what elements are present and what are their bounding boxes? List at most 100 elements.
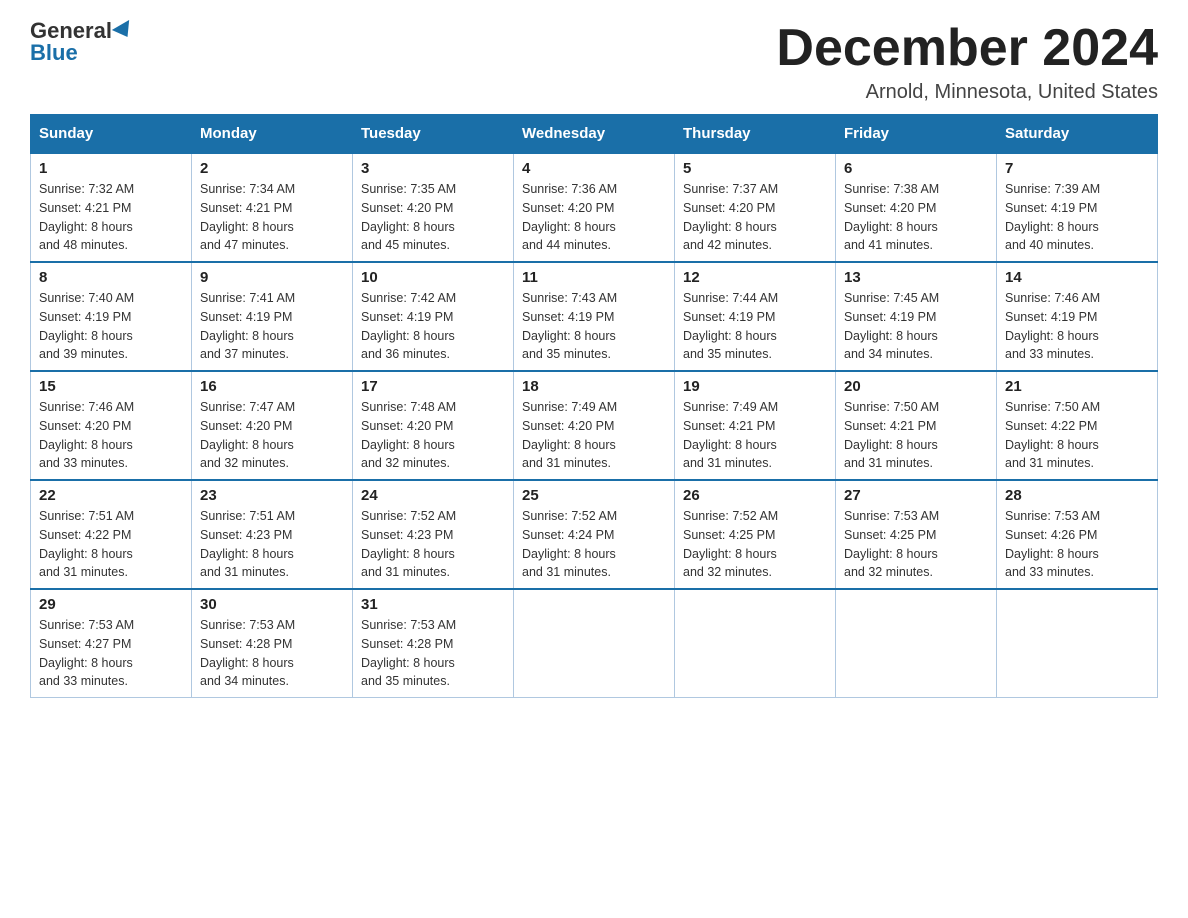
day-number: 20 xyxy=(844,378,988,395)
title-section: December 2024 Arnold, Minnesota, United … xyxy=(776,20,1158,104)
calendar-day-cell: 15 Sunrise: 7:46 AM Sunset: 4:20 PM Dayl… xyxy=(31,371,192,480)
day-info: Sunrise: 7:32 AM Sunset: 4:21 PM Dayligh… xyxy=(39,180,183,255)
day-info: Sunrise: 7:44 AM Sunset: 4:19 PM Dayligh… xyxy=(683,289,827,364)
day-number: 28 xyxy=(1005,487,1149,504)
day-number: 5 xyxy=(683,160,827,177)
calendar-week-row: 8 Sunrise: 7:40 AM Sunset: 4:19 PM Dayli… xyxy=(31,262,1158,371)
day-of-week-header: Sunday xyxy=(31,115,192,154)
day-number: 10 xyxy=(361,269,505,286)
calendar-day-cell: 13 Sunrise: 7:45 AM Sunset: 4:19 PM Dayl… xyxy=(836,262,997,371)
calendar-day-cell: 10 Sunrise: 7:42 AM Sunset: 4:19 PM Dayl… xyxy=(353,262,514,371)
day-info: Sunrise: 7:42 AM Sunset: 4:19 PM Dayligh… xyxy=(361,289,505,364)
calendar-day-cell: 8 Sunrise: 7:40 AM Sunset: 4:19 PM Dayli… xyxy=(31,262,192,371)
calendar-day-cell: 6 Sunrise: 7:38 AM Sunset: 4:20 PM Dayli… xyxy=(836,153,997,262)
calendar-day-cell: 3 Sunrise: 7:35 AM Sunset: 4:20 PM Dayli… xyxy=(353,153,514,262)
day-of-week-header: Wednesday xyxy=(514,115,675,154)
day-info: Sunrise: 7:43 AM Sunset: 4:19 PM Dayligh… xyxy=(522,289,666,364)
day-info: Sunrise: 7:46 AM Sunset: 4:20 PM Dayligh… xyxy=(39,398,183,473)
day-info: Sunrise: 7:49 AM Sunset: 4:20 PM Dayligh… xyxy=(522,398,666,473)
day-number: 31 xyxy=(361,596,505,613)
day-info: Sunrise: 7:49 AM Sunset: 4:21 PM Dayligh… xyxy=(683,398,827,473)
calendar-week-row: 1 Sunrise: 7:32 AM Sunset: 4:21 PM Dayli… xyxy=(31,153,1158,262)
calendar-day-cell: 5 Sunrise: 7:37 AM Sunset: 4:20 PM Dayli… xyxy=(675,153,836,262)
calendar-day-cell: 17 Sunrise: 7:48 AM Sunset: 4:20 PM Dayl… xyxy=(353,371,514,480)
calendar-day-cell: 2 Sunrise: 7:34 AM Sunset: 4:21 PM Dayli… xyxy=(192,153,353,262)
month-title: December 2024 xyxy=(776,20,1158,77)
day-number: 12 xyxy=(683,269,827,286)
calendar-week-row: 22 Sunrise: 7:51 AM Sunset: 4:22 PM Dayl… xyxy=(31,480,1158,589)
calendar-table: SundayMondayTuesdayWednesdayThursdayFrid… xyxy=(30,114,1158,698)
day-number: 14 xyxy=(1005,269,1149,286)
day-number: 1 xyxy=(39,160,183,177)
day-number: 16 xyxy=(200,378,344,395)
day-of-week-header: Tuesday xyxy=(353,115,514,154)
calendar-day-cell: 26 Sunrise: 7:52 AM Sunset: 4:25 PM Dayl… xyxy=(675,480,836,589)
calendar-week-row: 29 Sunrise: 7:53 AM Sunset: 4:27 PM Dayl… xyxy=(31,589,1158,698)
day-number: 13 xyxy=(844,269,988,286)
day-of-week-header: Monday xyxy=(192,115,353,154)
calendar-day-cell: 23 Sunrise: 7:51 AM Sunset: 4:23 PM Dayl… xyxy=(192,480,353,589)
day-info: Sunrise: 7:41 AM Sunset: 4:19 PM Dayligh… xyxy=(200,289,344,364)
calendar-day-cell: 29 Sunrise: 7:53 AM Sunset: 4:27 PM Dayl… xyxy=(31,589,192,698)
day-info: Sunrise: 7:34 AM Sunset: 4:21 PM Dayligh… xyxy=(200,180,344,255)
calendar-day-cell: 14 Sunrise: 7:46 AM Sunset: 4:19 PM Dayl… xyxy=(997,262,1158,371)
day-info: Sunrise: 7:36 AM Sunset: 4:20 PM Dayligh… xyxy=(522,180,666,255)
logo-blue-text: Blue xyxy=(30,42,78,64)
day-info: Sunrise: 7:37 AM Sunset: 4:20 PM Dayligh… xyxy=(683,180,827,255)
day-number: 8 xyxy=(39,269,183,286)
calendar-day-cell xyxy=(675,589,836,698)
calendar-day-cell: 28 Sunrise: 7:53 AM Sunset: 4:26 PM Dayl… xyxy=(997,480,1158,589)
day-of-week-header: Thursday xyxy=(675,115,836,154)
day-of-week-header: Friday xyxy=(836,115,997,154)
calendar-day-cell xyxy=(514,589,675,698)
calendar-day-cell: 24 Sunrise: 7:52 AM Sunset: 4:23 PM Dayl… xyxy=(353,480,514,589)
day-number: 9 xyxy=(200,269,344,286)
calendar-day-cell: 22 Sunrise: 7:51 AM Sunset: 4:22 PM Dayl… xyxy=(31,480,192,589)
day-number: 2 xyxy=(200,160,344,177)
calendar-header-row: SundayMondayTuesdayWednesdayThursdayFrid… xyxy=(31,115,1158,154)
day-info: Sunrise: 7:53 AM Sunset: 4:27 PM Dayligh… xyxy=(39,616,183,691)
day-info: Sunrise: 7:53 AM Sunset: 4:25 PM Dayligh… xyxy=(844,507,988,582)
day-of-week-header: Saturday xyxy=(997,115,1158,154)
logo: General Blue xyxy=(30,20,134,64)
day-number: 26 xyxy=(683,487,827,504)
calendar-day-cell: 11 Sunrise: 7:43 AM Sunset: 4:19 PM Dayl… xyxy=(514,262,675,371)
calendar-day-cell: 30 Sunrise: 7:53 AM Sunset: 4:28 PM Dayl… xyxy=(192,589,353,698)
calendar-day-cell: 25 Sunrise: 7:52 AM Sunset: 4:24 PM Dayl… xyxy=(514,480,675,589)
calendar-day-cell: 1 Sunrise: 7:32 AM Sunset: 4:21 PM Dayli… xyxy=(31,153,192,262)
day-info: Sunrise: 7:52 AM Sunset: 4:24 PM Dayligh… xyxy=(522,507,666,582)
day-number: 27 xyxy=(844,487,988,504)
day-number: 30 xyxy=(200,596,344,613)
day-number: 6 xyxy=(844,160,988,177)
calendar-day-cell: 7 Sunrise: 7:39 AM Sunset: 4:19 PM Dayli… xyxy=(997,153,1158,262)
calendar-day-cell: 16 Sunrise: 7:47 AM Sunset: 4:20 PM Dayl… xyxy=(192,371,353,480)
day-number: 3 xyxy=(361,160,505,177)
day-info: Sunrise: 7:52 AM Sunset: 4:23 PM Dayligh… xyxy=(361,507,505,582)
day-number: 19 xyxy=(683,378,827,395)
day-info: Sunrise: 7:45 AM Sunset: 4:19 PM Dayligh… xyxy=(844,289,988,364)
day-number: 18 xyxy=(522,378,666,395)
calendar-day-cell: 27 Sunrise: 7:53 AM Sunset: 4:25 PM Dayl… xyxy=(836,480,997,589)
day-info: Sunrise: 7:51 AM Sunset: 4:23 PM Dayligh… xyxy=(200,507,344,582)
day-number: 11 xyxy=(522,269,666,286)
day-number: 29 xyxy=(39,596,183,613)
calendar-day-cell: 12 Sunrise: 7:44 AM Sunset: 4:19 PM Dayl… xyxy=(675,262,836,371)
calendar-day-cell: 31 Sunrise: 7:53 AM Sunset: 4:28 PM Dayl… xyxy=(353,589,514,698)
day-info: Sunrise: 7:53 AM Sunset: 4:28 PM Dayligh… xyxy=(200,616,344,691)
day-info: Sunrise: 7:47 AM Sunset: 4:20 PM Dayligh… xyxy=(200,398,344,473)
day-number: 7 xyxy=(1005,160,1149,177)
day-info: Sunrise: 7:51 AM Sunset: 4:22 PM Dayligh… xyxy=(39,507,183,582)
day-info: Sunrise: 7:40 AM Sunset: 4:19 PM Dayligh… xyxy=(39,289,183,364)
logo-general-text: General xyxy=(30,20,112,42)
calendar-day-cell: 20 Sunrise: 7:50 AM Sunset: 4:21 PM Dayl… xyxy=(836,371,997,480)
calendar-day-cell: 19 Sunrise: 7:49 AM Sunset: 4:21 PM Dayl… xyxy=(675,371,836,480)
day-number: 15 xyxy=(39,378,183,395)
calendar-day-cell: 9 Sunrise: 7:41 AM Sunset: 4:19 PM Dayli… xyxy=(192,262,353,371)
day-number: 17 xyxy=(361,378,505,395)
logo-triangle-icon xyxy=(112,20,136,42)
day-number: 21 xyxy=(1005,378,1149,395)
day-info: Sunrise: 7:53 AM Sunset: 4:26 PM Dayligh… xyxy=(1005,507,1149,582)
day-info: Sunrise: 7:50 AM Sunset: 4:21 PM Dayligh… xyxy=(844,398,988,473)
day-info: Sunrise: 7:52 AM Sunset: 4:25 PM Dayligh… xyxy=(683,507,827,582)
day-info: Sunrise: 7:53 AM Sunset: 4:28 PM Dayligh… xyxy=(361,616,505,691)
